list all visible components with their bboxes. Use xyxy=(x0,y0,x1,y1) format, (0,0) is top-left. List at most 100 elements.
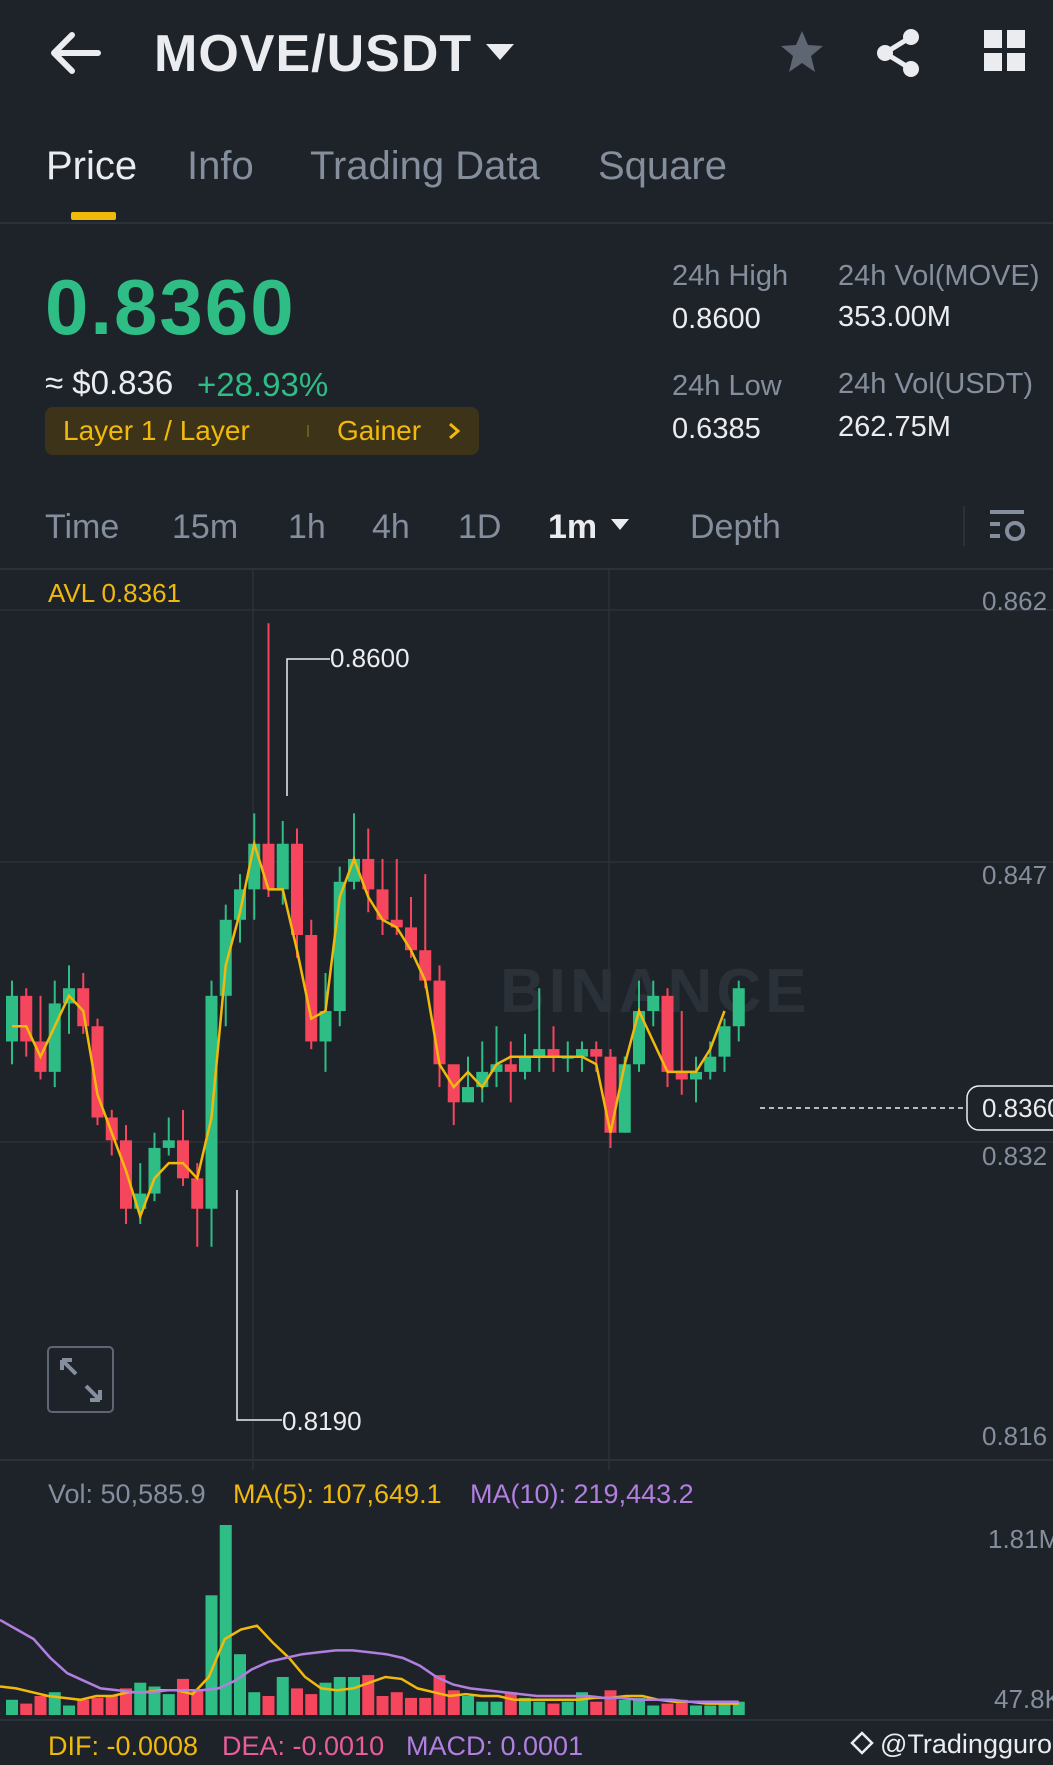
dropdown-caret-icon[interactable] xyxy=(484,42,516,62)
volume-bar xyxy=(419,1697,432,1715)
candle-up xyxy=(162,1140,175,1148)
tab-info[interactable]: Info xyxy=(187,144,254,189)
volume-bar xyxy=(462,1696,474,1715)
chart-settings-icon[interactable] xyxy=(988,508,1028,544)
interval-caret-icon[interactable] xyxy=(610,518,630,532)
candle-down xyxy=(604,1056,617,1133)
candle-down xyxy=(405,927,417,951)
expand-button[interactable] xyxy=(47,1346,114,1413)
credit: @Tradingguro xyxy=(850,1729,1052,1759)
tag-bar[interactable]: Layer 1 / Layer Gainer xyxy=(45,407,479,455)
volume-bar xyxy=(405,1697,417,1715)
active-tab-indicator xyxy=(71,212,116,220)
vol-ma5-label: MA(5): 107,649.1 xyxy=(233,1479,442,1509)
dea-label: DEA: -0.0010 xyxy=(222,1731,384,1761)
volume-bar xyxy=(291,1688,303,1715)
volume-bar xyxy=(376,1696,389,1715)
candle-up xyxy=(276,843,289,890)
volume-bar xyxy=(547,1703,560,1715)
candle-up xyxy=(647,995,660,1012)
tag-category[interactable]: Layer 1 / Layer xyxy=(63,415,250,447)
tab-square[interactable]: Square xyxy=(598,144,727,189)
tag-gainer[interactable]: Gainer xyxy=(337,415,421,447)
vol-quote-value: 262.75M xyxy=(838,411,951,443)
candle-down xyxy=(504,1064,517,1072)
candle-up xyxy=(704,1056,717,1072)
interval-depth[interactable]: Depth xyxy=(690,508,781,547)
candle-up xyxy=(718,1026,731,1057)
volume-bar xyxy=(490,1701,503,1715)
dif-label: DIF: -0.0008 xyxy=(48,1731,198,1761)
pair-title[interactable]: MOVE/USDT xyxy=(154,24,472,84)
high-label: 24h High xyxy=(672,260,789,292)
candle-up xyxy=(732,988,745,1027)
volume-bar xyxy=(476,1701,489,1715)
volume-bar xyxy=(105,1696,118,1715)
volume-bar xyxy=(661,1703,674,1715)
vol-base-label: 24h Vol(MOVE) xyxy=(838,260,1040,292)
vol-label: Vol: 50,585.9 xyxy=(48,1479,206,1509)
usd-price: ≈ $0.836 xyxy=(45,364,174,401)
change-percent: +28.93% xyxy=(197,366,329,403)
volume-bar xyxy=(91,1697,104,1715)
interval-1h[interactable]: 1h xyxy=(288,508,326,547)
tag-divider xyxy=(307,425,309,437)
last-price-tag-text: 0.8360 xyxy=(982,1093,1053,1123)
vol-base-value: 353.00M xyxy=(838,301,951,333)
interval-time[interactable]: Time xyxy=(45,508,119,547)
volume-bar xyxy=(162,1694,175,1715)
chevron-right-icon xyxy=(449,422,461,440)
volume-bar xyxy=(20,1703,33,1715)
tab-trading-data[interactable]: Trading Data xyxy=(310,144,540,189)
price-chart[interactable]: BINANCE 0.8600 0.8190 0.8360 0.862 0.847… xyxy=(0,570,1053,1765)
grid-icon[interactable] xyxy=(984,30,1026,72)
volume-bar xyxy=(690,1705,702,1715)
candle-down xyxy=(177,1140,189,1179)
volume-bar xyxy=(234,1654,246,1715)
interval-bar: Time 15m 1h 4h 1D 1m Depth xyxy=(0,498,1053,570)
tab-price[interactable]: Price xyxy=(46,144,137,189)
interval-4h[interactable]: 4h xyxy=(372,508,410,547)
interval-1d[interactable]: 1D xyxy=(458,508,501,547)
candle-up xyxy=(219,919,232,996)
last-price: 0.8360 xyxy=(45,263,296,351)
price-axis-label: 0.862 xyxy=(982,586,1047,616)
volume-bar xyxy=(533,1701,546,1715)
candle-down xyxy=(590,1049,603,1057)
volume-bar xyxy=(333,1677,346,1715)
interval-1m[interactable]: 1m xyxy=(548,508,597,547)
interval-15m[interactable]: 15m xyxy=(172,508,238,547)
volume-bar xyxy=(390,1692,403,1715)
macd-label: MACD: 0.0001 xyxy=(406,1731,583,1761)
candle-down xyxy=(419,950,432,981)
candle-up xyxy=(462,1087,474,1103)
volume-bar xyxy=(248,1692,261,1715)
price-axis-label: 0.816 xyxy=(982,1421,1047,1451)
volume-bar xyxy=(618,1699,631,1715)
price-axis-label: 0.847 xyxy=(982,860,1047,890)
star-icon[interactable] xyxy=(778,28,826,76)
candle-down xyxy=(305,935,318,1042)
watermark-text: BINANCE xyxy=(500,957,810,1026)
volume-bar xyxy=(276,1677,289,1715)
volume-bar xyxy=(305,1694,318,1715)
volume-bar xyxy=(6,1699,18,1715)
binance-logo-icon xyxy=(850,1731,874,1755)
back-arrow-icon[interactable] xyxy=(48,30,102,76)
tab-bar: Price Info Trading Data Square xyxy=(0,130,1053,224)
interval-divider xyxy=(963,506,965,546)
low-value: 0.6385 xyxy=(672,413,761,445)
share-icon[interactable] xyxy=(874,28,922,78)
min-marker-line xyxy=(236,1190,282,1421)
candle-up xyxy=(618,1064,631,1133)
volume-bar xyxy=(77,1699,90,1715)
candle-up xyxy=(205,995,218,1209)
top-bar: MOVE/USDT xyxy=(0,0,1053,110)
volume-bar xyxy=(647,1705,660,1715)
candle-up xyxy=(6,995,18,1042)
vol-axis-label: 47.8K xyxy=(994,1684,1053,1714)
low-label: 24h Low xyxy=(672,370,782,402)
vol-axis-label: 1.81M xyxy=(988,1524,1053,1554)
volume-bar xyxy=(63,1705,75,1715)
volume-bar xyxy=(590,1701,603,1715)
